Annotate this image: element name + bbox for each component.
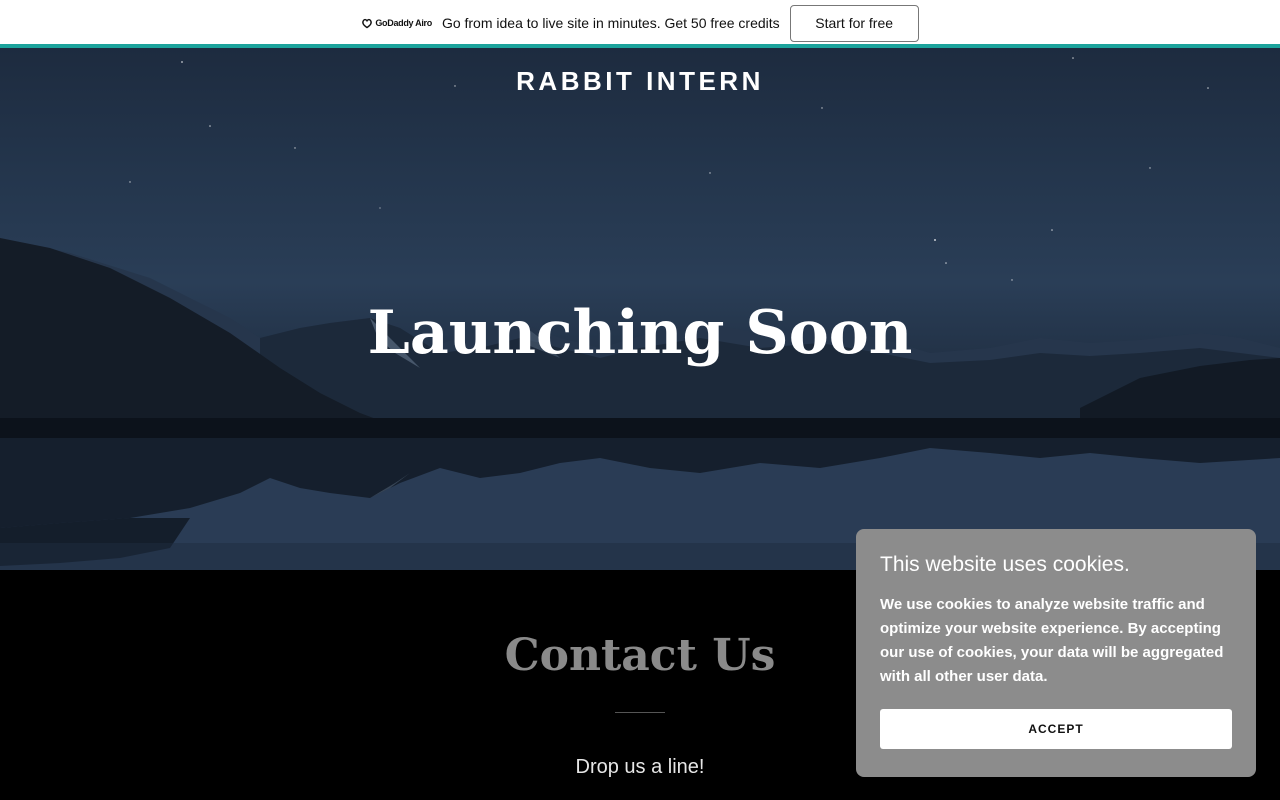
promo-banner: GoDaddy Airo Go from idea to live site i… (0, 0, 1280, 46)
cookie-title: This website uses cookies. (880, 553, 1130, 576)
hero-title: Launching Soon (367, 298, 913, 368)
hero-section: RABBIT INTERN Launching Soon (0, 48, 1280, 570)
start-for-free-button[interactable]: Start for free (789, 4, 919, 42)
cookie-consent-dialog: This website uses cookies. We use cookie… (856, 529, 1256, 777)
cookie-accept-button[interactable]: ACCEPT (880, 709, 1232, 749)
site-brand[interactable]: RABBIT INTERN (0, 66, 1280, 97)
godaddy-airo-logo: GoDaddy Airo (361, 17, 432, 29)
contact-divider (615, 712, 665, 713)
cookie-body: We use cookies to analyze website traffi… (880, 596, 1224, 685)
godaddy-heart-icon (362, 18, 373, 29)
promo-logo-text: GoDaddy Airo (375, 18, 432, 28)
promo-message: Go from idea to live site in minutes. Ge… (441, 15, 780, 31)
